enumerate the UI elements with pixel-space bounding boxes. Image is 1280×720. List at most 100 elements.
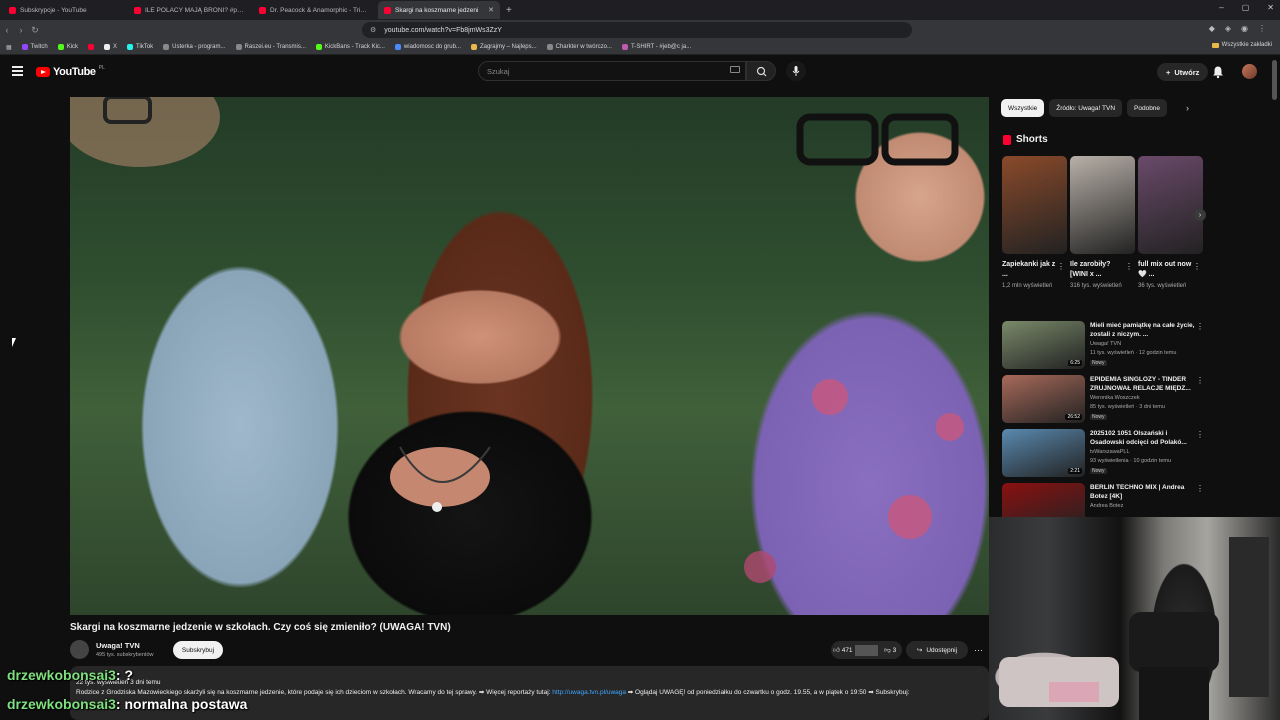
more-options-icon[interactable]: ⋮ [1196,376,1204,385]
more-actions-icon[interactable]: ⋯ [974,641,988,659]
bookmark[interactable]: Twitch [21,44,48,50]
thumbs-down-icon: 👎︎ [884,647,891,654]
bookmark[interactable]: wiadomosc do grub... [394,44,461,50]
share-button[interactable]: ↪ Udostępnij [906,641,968,659]
short-item[interactable]: Zapiekanki jak z ... 1,2 mln wyświetleń … [1002,156,1067,291]
video-thumbnail[interactable] [1002,483,1085,517]
minimize-icon[interactable]: – [1219,3,1223,12]
site-info-icon[interactable]: ⚙ [370,26,376,34]
chip-source[interactable]: Źródło: Uwaga! TVN [1049,99,1123,117]
account-avatar[interactable] [1242,64,1257,79]
apps-icon[interactable]: ▦ [6,44,12,51]
short-title[interactable]: full mix out now 🤍 ... [1138,260,1193,280]
bell-icon [1213,66,1223,79]
create-button[interactable]: + Utwórz [1157,63,1209,81]
subscribe-button[interactable]: Subskrybuj [173,641,223,659]
bookmark[interactable]: Kick [57,44,78,50]
search-button[interactable] [746,61,776,81]
keyboard-icon[interactable] [730,66,740,73]
bookmark[interactable] [88,44,95,50]
channel-name[interactable]: Uwaga! TVN [1090,341,1121,347]
bookmark[interactable]: T-SHIRT - #jeb@c ja... [621,44,691,50]
more-options-icon[interactable]: ⋮ [1196,484,1202,493]
channel-avatar[interactable] [70,640,89,659]
chevron-right-icon[interactable]: › [1194,209,1206,221]
bookmark[interactable]: KickBans - Track Kic... [315,44,385,50]
short-item[interactable]: full mix out now 🤍 ... 36 tys. wyświetle… [1138,156,1203,291]
chip-related[interactable]: Podobne [1127,99,1168,117]
bookmark[interactable]: Charkter w twórczo... [546,44,612,50]
browser-tab[interactable]: Dr. Peacock & Anamorphic - Trip to [253,1,375,19]
browser-tab[interactable]: ILE POLACY MAJĄ BRONI? #polska # [128,1,250,19]
bookmark-favicon-icon [470,44,477,50]
short-thumbnail[interactable] [1070,156,1135,254]
hamburger-menu-icon[interactable] [12,66,23,78]
short-views: 1,2 mln wyświetleń [1002,283,1053,289]
video-title[interactable]: BERLIN TECHNO MIX | Andrea Botez [4K] [1090,483,1195,501]
recommended-video[interactable]: 2:21 2025102 1051 Olszański i Osadowski … [1002,429,1204,479]
address-bar[interactable]: ⚙ youtube.com/watch?v=Fb8jmWs3ZzY [362,22,912,38]
forward-icon[interactable]: › [14,25,28,35]
recommended-video[interactable]: BERLIN TECHNO MIX | Andrea Botez [4K] An… [1002,483,1202,517]
browser-tab[interactable]: Subskrypcje - YouTube [3,1,125,19]
browser-tab-active[interactable]: Skargi na koszmarne jedzeni ✕ [378,1,500,19]
bookmark[interactable]: X [104,44,117,50]
description-link[interactable]: http://uwaga.tvn.pl/uwaga [552,689,626,696]
video-meta: 85 tys. wyświetleń · 3 dni temu [1090,404,1165,410]
voice-search-button[interactable] [786,61,806,81]
extension-icon[interactable]: ◆ [1209,24,1215,33]
new-tab-icon[interactable]: + [506,5,512,16]
back-icon[interactable]: ‹ [0,25,14,35]
short-thumbnail[interactable] [1138,156,1203,254]
dislike-button[interactable]: 👎︎ 3 [878,646,902,654]
webcam-feed [999,537,1269,720]
recommended-video[interactable]: 6:25 Mieli mieć pamiątkę na całe życie, … [1002,321,1204,371]
maximize-icon[interactable]: ▢ [1242,3,1250,12]
channel-name[interactable]: Andrea Botez [1090,503,1123,509]
like-button[interactable]: 👍︎ 471 [831,646,855,654]
more-options-icon[interactable]: ⋮ [1193,262,1201,271]
video-thumbnail[interactable]: 26:52 [1002,375,1085,423]
video-player[interactable] [70,97,989,615]
youtube-logo[interactable]: YouTube PL [36,65,105,78]
video-title[interactable]: 2025102 1051 Olszański i Osadowski odcię… [1090,429,1195,447]
more-options-icon[interactable]: ⋮ [1196,430,1204,439]
more-options-icon[interactable]: ⋮ [1196,322,1204,331]
youtube-favicon-icon [384,6,391,14]
bookmark-favicon-icon [315,44,322,50]
video-title[interactable]: EPIDEMIA SINGLOZY - TINDER ZRUJNOWAŁ REL… [1090,375,1195,393]
extension-icon[interactable]: ◉ [1241,24,1248,33]
short-title[interactable]: Ile zarobiły? [WINI x ... [1070,260,1125,280]
page-scrollbar[interactable] [1272,60,1277,100]
bookmark-favicon-icon [546,44,553,50]
more-options-icon[interactable]: ⋮ [1125,262,1133,271]
video-thumbnail[interactable]: 6:25 [1002,321,1085,369]
recommended-video[interactable]: 26:52 EPIDEMIA SINGLOZY - TINDER ZRUJNOW… [1002,375,1204,425]
search-input[interactable]: Szukaj [478,61,746,81]
bookmark[interactable]: Raszei.eu - Transmis... [235,44,306,50]
channel-name[interactable]: tvWarszawaPLL [1090,449,1130,455]
new-badge: Nowy [1090,360,1107,366]
chip-all[interactable]: Wszystkie [1001,99,1045,117]
chevron-right-icon[interactable]: › [1186,103,1189,113]
bookmark[interactable]: Zagrajmy – Najleps... [470,44,537,50]
channel-name[interactable]: Uwaga! TVN [96,641,140,650]
reload-icon[interactable]: ↻ [28,25,42,36]
menu-icon[interactable]: ⋮ [1258,24,1266,33]
channel-name[interactable]: Weronika Woszczek [1090,395,1140,401]
bookmark[interactable]: TikTok [127,44,153,50]
extension-icon[interactable]: ◈ [1225,24,1231,33]
bookmark[interactable]: Usterka - program... [163,44,226,50]
thumbs-up-icon: 👍︎ [833,647,840,654]
new-badge: Nowy [1090,414,1107,420]
short-title[interactable]: Zapiekanki jak z ... [1002,260,1057,280]
close-tab-icon[interactable]: ✕ [488,6,494,14]
video-title[interactable]: Mieli mieć pamiątkę na całe życie, zosta… [1090,321,1195,339]
short-thumbnail[interactable] [1002,156,1067,254]
notifications-button[interactable] [1212,65,1224,84]
more-options-icon[interactable]: ⋮ [1057,262,1065,271]
close-window-icon[interactable]: ✕ [1267,3,1274,12]
short-item[interactable]: Ile zarobiły? [WINI x ... 316 tys. wyświ… [1070,156,1135,291]
all-bookmarks[interactable]: Wszystkie zakładki [1211,42,1272,48]
video-thumbnail[interactable]: 2:21 [1002,429,1085,477]
